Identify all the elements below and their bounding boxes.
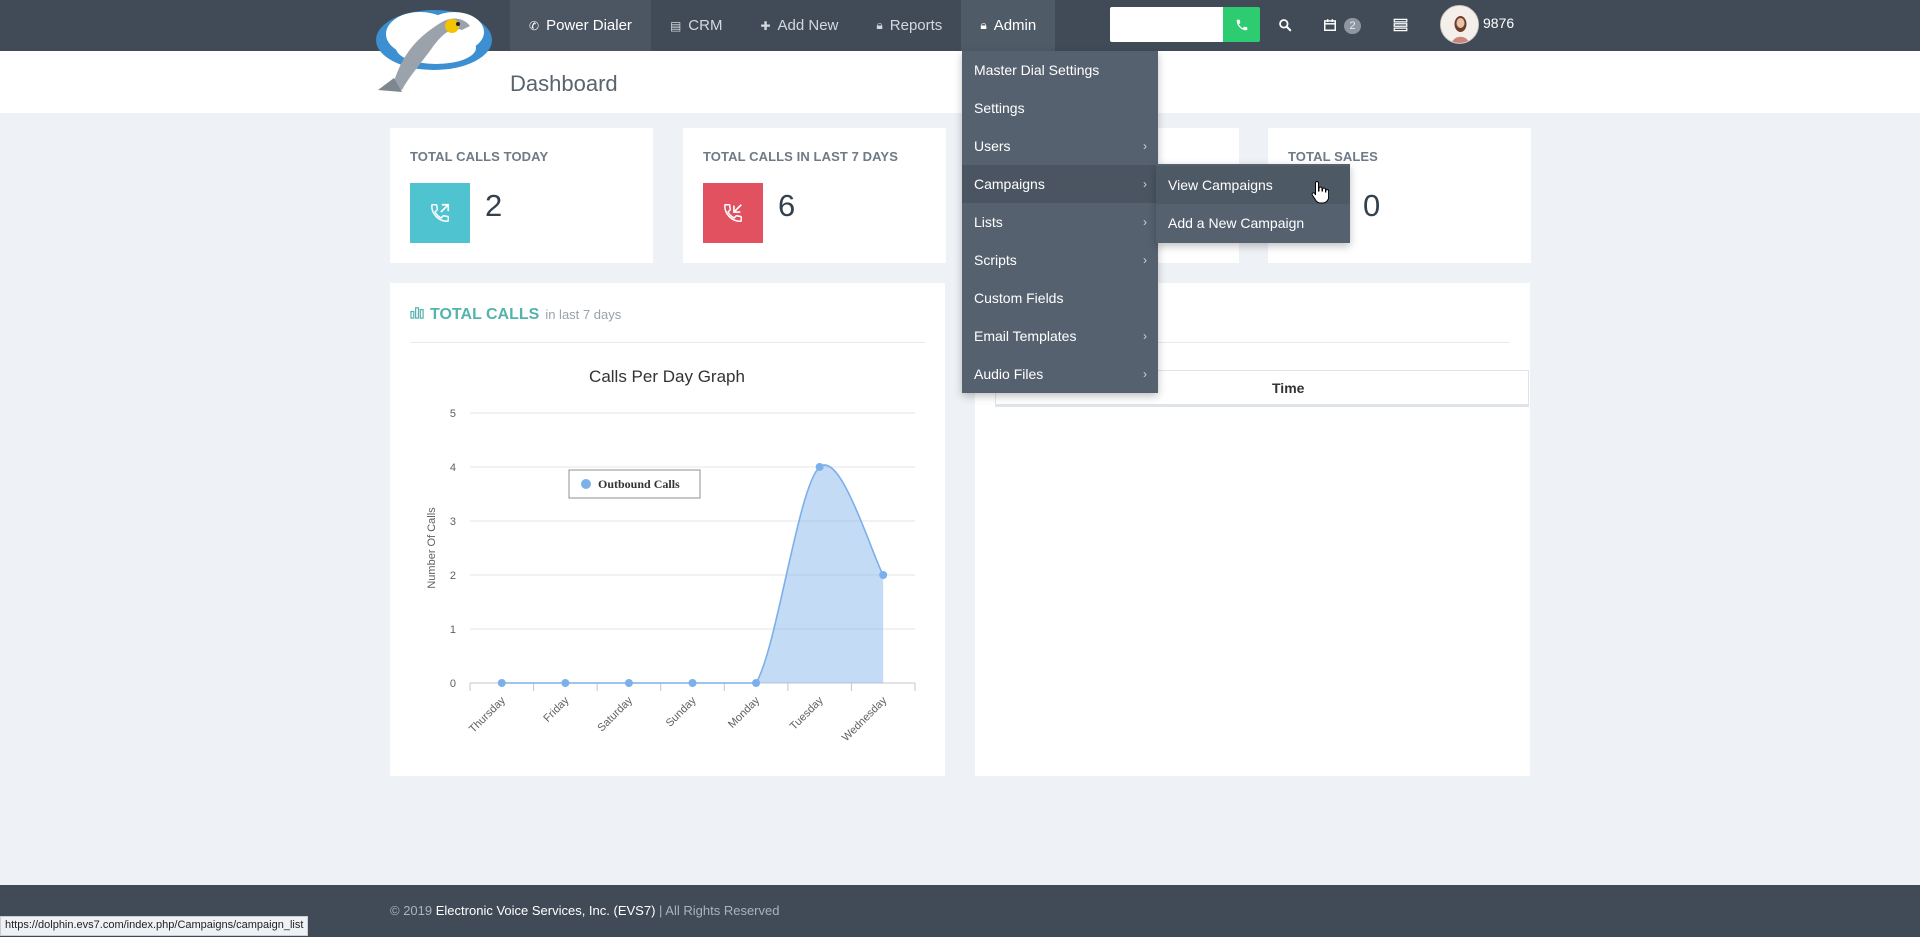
submenu-item-label: Add a New Campaign (1168, 215, 1305, 231)
nav-power-dialer[interactable]: ✆ Power Dialer (510, 0, 651, 51)
menu-item-label: Audio Files (974, 366, 1044, 382)
submenu-item-label: View Campaigns (1168, 177, 1273, 193)
phone-icon: ✆ (529, 18, 540, 33)
incoming-call-icon (703, 183, 763, 243)
y-axis-label: Number Of Calls (426, 507, 438, 589)
main-nav: ✆ Power Dialer ▤ CRM ✚ Add New 🔒︎ Report… (510, 0, 1056, 51)
dolphin-logo[interactable] (372, 0, 498, 92)
y-tick-label: 5 (450, 408, 456, 420)
plus-icon: ✚ (760, 18, 771, 33)
chevron-right-icon: › (1143, 139, 1147, 153)
menu-item-users[interactable]: Users › (962, 127, 1158, 165)
chevron-right-icon: › (1143, 215, 1147, 229)
phone-icon (1236, 19, 1247, 30)
menu-item-lists[interactable]: Lists › (962, 203, 1158, 241)
menu-item-audio-files[interactable]: Audio Files › (962, 355, 1158, 393)
menu-item-settings[interactable]: Settings (962, 89, 1158, 127)
menu-item-label: Master Dial Settings (974, 62, 1100, 78)
stat-value: 6 (778, 188, 796, 223)
menu-item-label: Email Templates (974, 328, 1077, 344)
nav-reports[interactable]: 🔒︎ Reports (857, 0, 961, 51)
x-tick-label: Tuesday (788, 694, 826, 732)
data-point (561, 679, 570, 687)
stat-card-calls-today: TOTAL CALLS TODAY 2 (390, 128, 653, 263)
hand-pointer-icon (1311, 180, 1329, 204)
user-avatar[interactable] (1440, 5, 1479, 44)
footer-copyright: © 2019 Electronic Voice Services, Inc. (… (390, 903, 779, 918)
footer-company-link[interactable]: Electronic Voice Services, Inc. (EVS7) (436, 903, 656, 918)
stat-card-calls-7-days: TOTAL CALLS IN LAST 7 DAYS 6 (683, 128, 946, 263)
calls-per-day-chart: 0 1 2 3 4 5 Number Of Calls Thursday Friday Satur… (426, 408, 916, 744)
stat-label: TOTAL CALLS TODAY (410, 149, 549, 164)
stat-value: 0 (1363, 188, 1381, 223)
data-point (624, 679, 633, 687)
calendar-count-badge: 2 (1344, 18, 1361, 34)
menu-item-email-templates[interactable]: Email Templates › (962, 317, 1158, 355)
menu-item-label: Lists (974, 214, 1003, 230)
x-tick-label: Thursday (467, 694, 508, 735)
calendar-icon[interactable] (1318, 13, 1342, 37)
status-bar-url: https://dolphin.evs7.com/index.php/Campa… (0, 916, 309, 936)
nav-label: Admin (993, 17, 1037, 34)
chevron-right-icon: › (1143, 253, 1147, 267)
menu-item-campaigns[interactable]: Campaigns › (962, 165, 1158, 203)
nav-label: CRM (688, 17, 723, 34)
nav-add-new[interactable]: ✚ Add New (741, 0, 857, 51)
book-icon: ▤ (669, 18, 682, 33)
data-point (879, 571, 888, 579)
menu-item-scripts[interactable]: Scripts › (962, 241, 1158, 279)
menu-item-label: Custom Fields (974, 290, 1064, 306)
nav-label: Add New (777, 17, 839, 34)
submenu-item-add-new-campaign[interactable]: Add a New Campaign (1156, 204, 1350, 242)
search-icon[interactable] (1273, 13, 1297, 37)
stat-label: TOTAL CALLS IN LAST 7 DAYS (703, 149, 898, 164)
y-tick-label: 4 (450, 462, 456, 474)
menu-item-label: Settings (974, 100, 1025, 116)
data-point (752, 679, 761, 687)
footer-suffix: | All Rights Reserved (659, 903, 780, 918)
data-point (497, 679, 506, 687)
legend-label: Outbound Calls (598, 477, 680, 491)
stat-value: 2 (485, 188, 503, 223)
admin-dropdown-menu: Master Dial Settings Settings Users › Ca… (962, 51, 1158, 393)
list-icon[interactable] (1388, 13, 1412, 37)
stat-label: TOTAL SALES (1288, 149, 1378, 164)
legend-marker (581, 479, 591, 489)
footer-prefix: © 2019 (390, 903, 433, 918)
total-calls-panel: TOTAL CALLS in last 7 days Calls Per Day… (390, 283, 945, 776)
data-point (688, 679, 697, 687)
y-tick-label: 1 (450, 624, 456, 636)
data-point (815, 463, 824, 471)
x-tick-label: Wednesday (840, 694, 890, 744)
lock-icon: 🔒︎ (980, 18, 987, 32)
call-button[interactable] (1223, 7, 1260, 42)
nav-label: Reports (889, 17, 943, 34)
menu-item-label: Scripts (974, 252, 1017, 268)
nav-crm[interactable]: ▤ CRM (651, 0, 742, 51)
user-id[interactable]: 9876 (1483, 15, 1514, 31)
y-tick-label: 2 (450, 570, 456, 582)
page-header (0, 51, 1920, 113)
x-tick-label: Saturday (595, 694, 635, 734)
y-tick-label: 3 (450, 516, 456, 528)
menu-item-label: Users (974, 138, 1011, 154)
page-title: Dashboard (510, 71, 618, 96)
menu-item-custom-fields[interactable]: Custom Fields (962, 279, 1158, 317)
x-tick-label: Monday (726, 694, 763, 731)
x-tick-label: Friday (541, 694, 571, 724)
menu-item-master-dial-settings[interactable]: Master Dial Settings (962, 51, 1158, 89)
menu-item-label: Campaigns (974, 176, 1045, 192)
chevron-right-icon: › (1143, 329, 1147, 343)
dial-input[interactable] (1110, 7, 1223, 42)
chevron-right-icon: › (1143, 367, 1147, 381)
lock-icon: 🔒︎ (876, 18, 883, 32)
y-tick-label: 0 (450, 678, 456, 690)
column-header-time[interactable]: Time (1272, 380, 1304, 396)
x-tick-label: Sunday (664, 694, 699, 729)
chevron-right-icon: › (1143, 177, 1147, 191)
outgoing-call-icon (410, 183, 470, 243)
nav-admin[interactable]: 🔒︎ Admin (961, 0, 1056, 51)
nav-label: Power Dialer (546, 17, 632, 34)
